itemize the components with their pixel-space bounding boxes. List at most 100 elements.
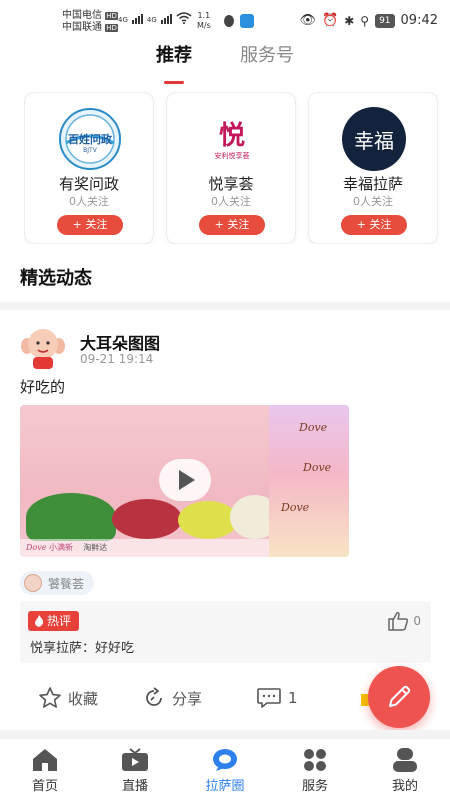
share-icon [146,687,162,706]
chat-bubble-icon [213,749,237,771]
account-logo: 百姓问政 BJTV [58,107,122,171]
account-name: 悦享荟 [208,175,254,193]
nav-mine[interactable]: 我的 [360,739,450,800]
thumbs-up-icon [388,612,409,631]
comment-button[interactable]: 1 [256,682,298,714]
favorite-button[interactable]: 收藏 [38,682,98,714]
carrier-2: 中国联通 [62,22,102,33]
nav-service-label: 服务 [301,779,328,794]
status-bar: 中国电信 HD 中国联通 HD 4G 4G 1.1 M/s 👁 ⏰ ✱ ⚲ 91… [0,0,450,42]
nav-lhasa-circle[interactable]: 拉萨圈 [180,739,270,800]
post-author[interactable]: 大耳朵图图 [80,330,160,354]
person-icon [393,748,417,772]
tv-icon [122,748,148,771]
account-name: 有奖问政 [58,175,119,193]
comment-count: 1 [288,689,298,707]
nav-mine-label: 我的 [391,779,418,794]
video-fruit-yellow [178,501,238,539]
nav-home[interactable]: 首页 [0,739,90,800]
video-fruit-red [112,499,182,539]
author-avatar[interactable] [20,324,66,370]
favorite-label: 收藏 [68,689,99,708]
signal-bars-icon-2 [160,14,172,24]
eye-icon: 👁 [299,13,317,28]
nav-live[interactable]: 直播 [90,739,180,800]
follower-count: 0人关注 [211,195,251,208]
hd-badge-2: HD [105,24,118,32]
post-text: 好吃的 [20,378,66,396]
comment-icon [257,688,281,708]
post-time: 09-21 19:14 [80,352,154,366]
account-name: 幸福拉萨 [342,175,403,193]
account-logo: 幸福 [342,107,406,171]
clock: 09:42 [400,13,438,28]
follower-count: 0人关注 [69,195,109,208]
video-strip-brand-sub: 小满新 [49,543,74,552]
comment-like-button[interactable]: 0 [387,611,421,631]
video-strip-partner: 淘鲜达 [83,543,108,552]
hd-badge-1: HD [105,12,118,20]
account-card[interactable]: 幸福 幸福拉萨 0人关注 + 关注 [308,92,438,244]
location-icon: ⚲ [360,13,370,28]
net-speed: 1.1 M/s [197,11,211,31]
battery-icon: 91 [375,13,395,28]
tab-service-accounts[interactable]: 服务号 [240,42,294,80]
tag-avatar-icon [24,574,42,592]
hot-comment-text: 悦享拉萨：好好吃 [30,641,135,656]
status-right: 👁 ⏰ ✱ ⚲ 91 09:42 [300,13,438,28]
compose-button[interactable] [368,666,430,728]
bottom-nav: 首页 直播 拉萨圈 服务 我的 [0,738,450,800]
hot-comment-label: 热评 [47,614,72,628]
nav-lhasa-circle-label: 拉萨圈 [205,779,245,794]
grid-icon [304,749,326,771]
nav-home-label: 首页 [31,779,58,794]
share-button[interactable]: 分享 [142,682,202,714]
tab-recommend[interactable]: 推荐 [156,42,192,84]
flame-icon [35,615,44,627]
bottom-divider [0,730,450,738]
top-tabs: 推荐 服务号 [0,42,450,84]
net-speed-value: 1.1 [197,11,211,20]
account-card[interactable]: 悦 安利悦享荟 悦享荟 0人关注 + 关注 [166,92,296,244]
alarm-icon: ⏰ [322,13,339,28]
bluetooth-icon: ✱ [344,13,355,28]
video-brand-1: Dove [299,421,328,434]
follow-button[interactable]: + 关注 [341,215,407,235]
logo-text-2: 悦 [218,121,245,151]
play-button[interactable] [159,459,211,501]
home-icon [33,749,57,771]
video-brand-3: Dove [281,501,310,514]
nav-service[interactable]: 服务 [270,739,360,800]
account-card[interactable]: 百姓问政 BJTV 有奖问政 0人关注 + 关注 [24,92,154,244]
section-title: 精选动态 [20,268,92,289]
nav-live-label: 直播 [121,779,148,794]
logo-text-3: 幸福 [354,129,394,153]
signal-bars-icon [131,14,143,24]
account-logo: 悦 安利悦享荟 [200,107,264,171]
star-icon [39,687,61,708]
carrier-info: 中国电信 HD 中国联通 HD [62,10,118,34]
net-speed-unit: M/s [197,21,211,30]
follower-count: 0人关注 [353,195,393,208]
follow-button[interactable]: + 关注 [199,215,265,235]
video-caption-strip: Dove 小满新 淘鲜达 [20,539,269,557]
topic-tag-label: 饕餮荟 [48,576,85,591]
logo-sub-1: BJTV [83,147,97,154]
net-type-2: 4G [146,16,157,24]
play-icon [179,470,195,490]
wifi-icon [176,12,192,24]
account-carousel[interactable]: 百姓问政 BJTV 有奖问政 0人关注 + 关注 悦 安利悦享荟 悦享荟 0人关… [24,92,450,244]
logo-text-1: 百姓问政 [68,133,112,146]
video-vegetables [26,493,116,541]
video-brand-2: Dove [303,461,332,474]
hot-comment-box[interactable]: 热评 悦享拉萨：好好吃 0 [20,601,431,663]
post-video[interactable]: Dove Dove Dove Dove 小满新 淘鲜达 [20,405,349,557]
qq-icon [222,14,236,28]
app-notification-icon [240,14,254,28]
pencil-icon [389,685,411,707]
topic-tag[interactable]: 饕餮荟 [20,571,95,595]
share-label: 分享 [172,689,203,708]
section-divider [0,302,450,310]
hot-comment-badge: 热评 [28,611,80,631]
follow-button[interactable]: + 关注 [57,215,123,235]
